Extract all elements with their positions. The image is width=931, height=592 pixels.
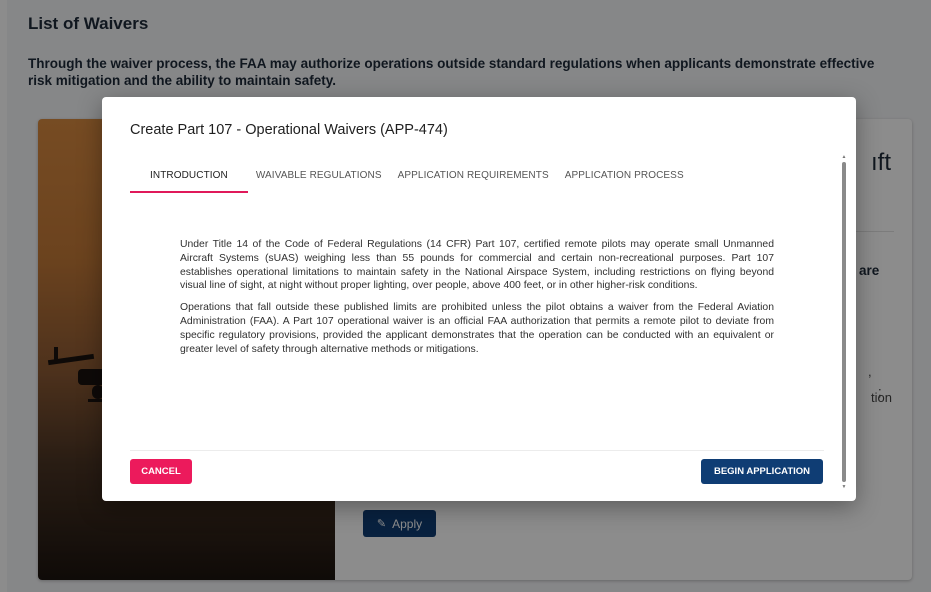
tab-application-process[interactable]: APPLICATION PROCESS [557,161,692,193]
intro-paragraph: Operations that fall outside these publi… [180,302,774,355]
tab-application-requirements[interactable]: APPLICATION REQUIREMENTS [390,161,557,193]
scroll-down-icon[interactable]: ▼ [841,484,847,490]
dialog-body: Under Title 14 of the Code of Federal Re… [180,238,774,356]
tab-waivable-regulations[interactable]: WAIVABLE REGULATIONS [248,161,390,193]
tab-introduction[interactable]: INTRODUCTION [130,161,248,193]
create-waiver-dialog: Create Part 107 - Operational Waivers (A… [102,97,856,501]
dialog-title: Create Part 107 - Operational Waivers (A… [130,122,448,138]
dialog-tabs: INTRODUCTION WAIVABLE REGULATIONS APPLIC… [130,161,692,193]
dialog-footer-divider [130,450,824,451]
scroll-up-icon[interactable]: ▲ [841,154,847,160]
cancel-button[interactable]: CANCEL [130,459,192,484]
scrollbar-thumb[interactable] [842,162,846,482]
begin-application-button[interactable]: BEGIN APPLICATION [701,459,823,484]
dialog-scrollbar[interactable]: ▲ ▼ [841,154,847,490]
intro-paragraph: Under Title 14 of the Code of Federal Re… [180,239,774,292]
